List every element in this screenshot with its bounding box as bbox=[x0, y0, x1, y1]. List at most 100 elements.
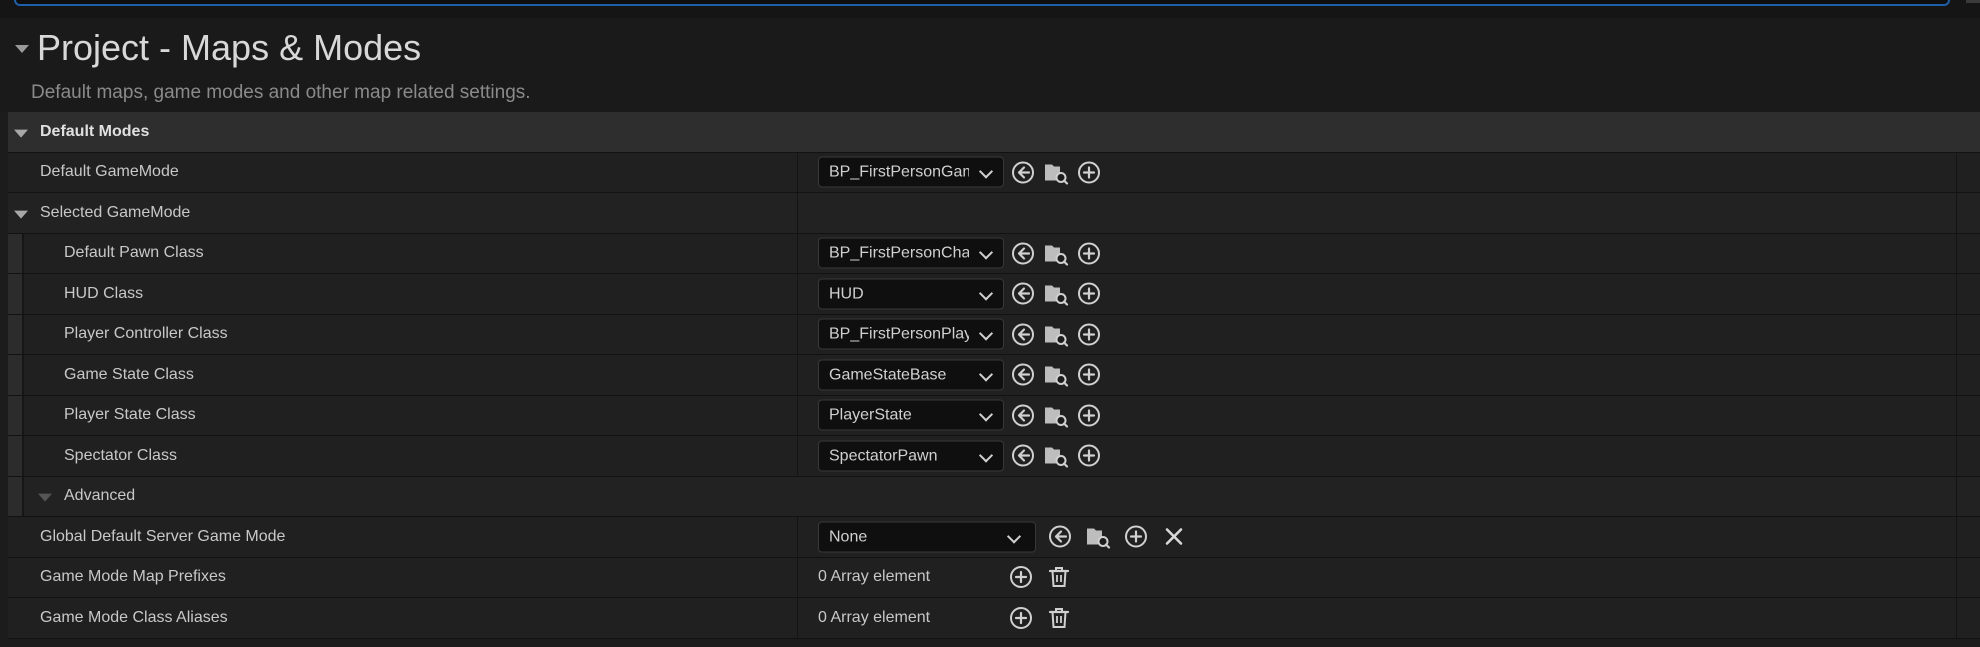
expand-arrow-icon[interactable] bbox=[38, 493, 52, 502]
class-combo[interactable]: PlayerState bbox=[818, 399, 1004, 431]
add-icon[interactable] bbox=[1007, 563, 1035, 591]
use-selected-icon[interactable] bbox=[1009, 401, 1037, 429]
class-combo[interactable]: None bbox=[818, 521, 1036, 553]
trash-icon[interactable] bbox=[1045, 563, 1073, 591]
property-label: Player State Class bbox=[64, 406, 196, 424]
add-icon[interactable] bbox=[1075, 239, 1103, 267]
search-input[interactable] bbox=[14, 0, 1950, 6]
use-selected-icon[interactable] bbox=[1009, 239, 1037, 267]
property-value: None bbox=[818, 521, 1188, 553]
browse-folder-icon[interactable] bbox=[1084, 523, 1112, 551]
row-default-gamemode: Default GameMode BP_FirstPersonGameMode bbox=[8, 152, 1980, 193]
browse-folder-icon[interactable] bbox=[1042, 320, 1070, 348]
chevron-down-icon bbox=[1006, 529, 1022, 544]
row-game-mode-map-prefixes: Game Mode Map Prefixes 0 Array element bbox=[8, 557, 1980, 598]
add-icon[interactable] bbox=[1075, 158, 1103, 186]
row-player-state-class: Player State Class PlayerState bbox=[8, 395, 1980, 436]
chevron-down-icon bbox=[978, 448, 994, 463]
class-combo[interactable]: HUD bbox=[818, 278, 1004, 310]
use-selected-icon[interactable] bbox=[1009, 442, 1037, 470]
add-icon[interactable] bbox=[1122, 523, 1150, 551]
chevron-down-icon bbox=[978, 286, 994, 301]
combo-value: BP_FirstPersonPlayerController bbox=[829, 325, 969, 343]
class-combo[interactable]: BP_FirstPersonPlayerController bbox=[818, 318, 1004, 350]
use-selected-icon[interactable] bbox=[1009, 320, 1037, 348]
property-label: Game State Class bbox=[64, 365, 194, 383]
combo-value: BP_FirstPersonCharacter bbox=[829, 244, 969, 262]
row-hud-class: HUD Class HUD bbox=[8, 274, 1980, 315]
class-combo[interactable]: GameStateBase bbox=[818, 359, 1004, 391]
browse-folder-icon[interactable] bbox=[1042, 280, 1070, 308]
array-count: 0 Array element bbox=[818, 608, 931, 626]
combo-value: BP_FirstPersonGameMode bbox=[829, 163, 969, 181]
property-value: HUD bbox=[818, 278, 1103, 310]
property-value: GameStateBase bbox=[818, 359, 1103, 391]
property-value: 0 Array element bbox=[818, 604, 1073, 632]
row-player-controller-class: Player Controller Class BP_FirstPersonPl… bbox=[8, 314, 1980, 355]
page-subtitle: Default maps, game modes and other map r… bbox=[31, 82, 531, 103]
row-global-default-server-game-mode: Global Default Server Game Mode None bbox=[8, 517, 1980, 558]
top-bar bbox=[0, 0, 1980, 18]
expand-arrow-icon[interactable] bbox=[14, 210, 28, 219]
property-label: Global Default Server Game Mode bbox=[40, 527, 286, 545]
property-value: BP_FirstPersonGameMode bbox=[818, 156, 1103, 188]
class-combo[interactable]: BP_FirstPersonGameMode bbox=[818, 156, 1004, 188]
trash-icon[interactable] bbox=[1045, 604, 1073, 632]
use-selected-icon[interactable] bbox=[1009, 361, 1037, 389]
property-value: PlayerState bbox=[818, 399, 1103, 431]
row-default-pawn-class: Default Pawn Class BP_FirstPersonCharact… bbox=[8, 233, 1980, 274]
use-selected-icon[interactable] bbox=[1009, 280, 1037, 308]
property-label: Default Pawn Class bbox=[64, 244, 204, 262]
category-advanced[interactable]: Advanced bbox=[8, 476, 1980, 517]
property-label: Player Controller Class bbox=[64, 325, 228, 343]
combo-value: HUD bbox=[829, 285, 864, 303]
category-label: Selected GameMode bbox=[40, 203, 191, 221]
property-label: Game Mode Map Prefixes bbox=[40, 568, 226, 586]
browse-folder-icon[interactable] bbox=[1042, 158, 1070, 186]
property-rows: Default Modes Default GameMode BP_FirstP… bbox=[8, 112, 1980, 639]
collapse-arrow-icon[interactable] bbox=[15, 45, 29, 53]
class-combo[interactable]: BP_FirstPersonCharacter bbox=[818, 237, 1004, 269]
browse-folder-icon[interactable] bbox=[1042, 442, 1070, 470]
property-label: Default GameMode bbox=[40, 163, 179, 181]
combo-value: GameStateBase bbox=[829, 366, 947, 384]
chevron-down-icon bbox=[978, 367, 994, 382]
section-header: Project - Maps & Modes Default maps, gam… bbox=[0, 18, 1980, 112]
browse-folder-icon[interactable] bbox=[1042, 239, 1070, 267]
browse-folder-icon[interactable] bbox=[1042, 401, 1070, 429]
page-title: Project - Maps & Modes bbox=[37, 27, 422, 68]
add-icon[interactable] bbox=[1007, 604, 1035, 632]
property-label: Spectator Class bbox=[64, 446, 177, 464]
category-label: Advanced bbox=[64, 487, 136, 505]
use-selected-icon[interactable] bbox=[1009, 158, 1037, 186]
row-game-mode-class-aliases: Game Mode Class Aliases 0 Array element bbox=[8, 598, 1980, 639]
array-count: 0 Array element bbox=[818, 568, 931, 586]
expand-arrow-icon[interactable] bbox=[14, 129, 28, 138]
class-combo[interactable]: SpectatorPawn bbox=[818, 440, 1004, 472]
property-label: HUD Class bbox=[64, 284, 144, 302]
property-value: SpectatorPawn bbox=[818, 440, 1103, 472]
category-selected-gamemode[interactable]: Selected GameMode bbox=[8, 193, 1980, 234]
add-icon[interactable] bbox=[1075, 320, 1103, 348]
scrollbar-nub[interactable] bbox=[1966, 0, 1980, 3]
chevron-down-icon bbox=[978, 245, 994, 260]
browse-folder-icon[interactable] bbox=[1042, 361, 1070, 389]
category-label: Default Modes bbox=[40, 122, 150, 140]
add-icon[interactable] bbox=[1075, 280, 1103, 308]
details-panel: Project - Maps & Modes Default maps, gam… bbox=[0, 18, 1980, 647]
clear-icon[interactable] bbox=[1160, 523, 1188, 551]
use-selected-icon[interactable] bbox=[1046, 523, 1074, 551]
row-game-state-class: Game State Class GameStateBase bbox=[8, 355, 1980, 396]
combo-value: PlayerState bbox=[829, 406, 912, 424]
property-value: BP_FirstPersonPlayerController bbox=[818, 318, 1103, 350]
combo-value: None bbox=[829, 528, 868, 546]
category-default-modes[interactable]: Default Modes bbox=[8, 112, 1980, 153]
property-label: Game Mode Class Aliases bbox=[40, 608, 228, 626]
chevron-down-icon bbox=[978, 407, 994, 422]
add-icon[interactable] bbox=[1075, 442, 1103, 470]
add-icon[interactable] bbox=[1075, 401, 1103, 429]
property-value: 0 Array element bbox=[818, 563, 1073, 591]
add-icon[interactable] bbox=[1075, 361, 1103, 389]
chevron-down-icon bbox=[978, 326, 994, 341]
row-spectator-class: Spectator Class SpectatorPawn bbox=[8, 436, 1980, 477]
